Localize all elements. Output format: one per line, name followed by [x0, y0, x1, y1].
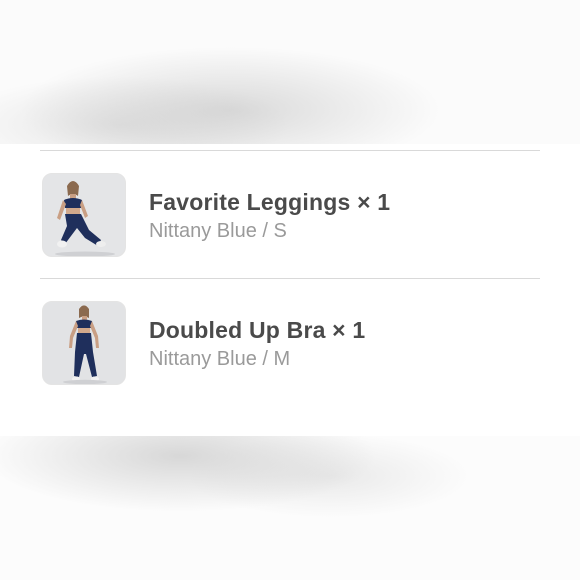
product-variant: Nittany Blue / S	[149, 219, 287, 242]
divider	[40, 278, 540, 279]
product-photo-bra-icon	[43, 302, 125, 384]
divider	[40, 150, 540, 151]
product-title: Favorite Leggings × 1	[149, 188, 391, 215]
product-thumbnail	[42, 301, 126, 385]
order-summary-screen: Favorite Leggings × 1 Nittany Blue / S D…	[0, 0, 580, 580]
line-item-favorite-leggings[interactable]: Favorite Leggings × 1 Nittany Blue / S	[42, 172, 540, 258]
product-variant: Nittany Blue / M	[149, 347, 291, 370]
product-title: Doubled Up Bra × 1	[149, 316, 366, 343]
line-items-card: Favorite Leggings × 1 Nittany Blue / S D…	[0, 144, 580, 436]
product-thumbnail	[42, 173, 126, 257]
blurred-background-top	[0, 0, 580, 145]
line-item-doubled-up-bra[interactable]: Doubled Up Bra × 1 Nittany Blue / M	[42, 300, 540, 386]
blurred-background-bottom	[0, 436, 580, 580]
product-photo-leggings-icon	[43, 174, 125, 256]
